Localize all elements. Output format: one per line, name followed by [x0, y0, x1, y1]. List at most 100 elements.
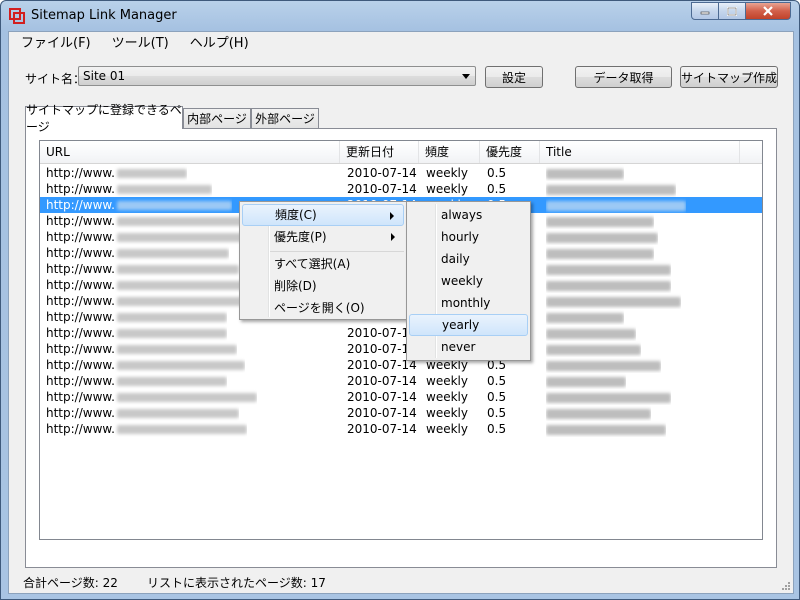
- cell-title: [546, 181, 676, 197]
- table-row[interactable]: http://www.2010-07-14weekly0.5: [40, 405, 762, 421]
- fetch-data-button[interactable]: データ取得: [575, 66, 672, 88]
- column-title[interactable]: Title: [540, 141, 740, 163]
- page-list[interactable]: URL 更新日付 頻度 優先度 Title http://www. 2010-07…: [39, 140, 763, 540]
- cell-title: [546, 389, 671, 405]
- table-row[interactable]: http://www.2010-07-14weekly0.5: [40, 373, 762, 389]
- cell-title: [546, 213, 654, 229]
- cell-title: [546, 421, 666, 437]
- settings-button[interactable]: 設定: [485, 66, 543, 88]
- cell-url: http://www.: [46, 229, 245, 245]
- context-item-label: 頻度(C): [275, 208, 317, 222]
- cell-date-text: 2010-07-14: [347, 406, 417, 420]
- redacted-title: [546, 408, 651, 419]
- redacted-title: [546, 216, 654, 227]
- cell-url-text: http://www.: [46, 198, 115, 212]
- cell-url: http://www.: [46, 309, 227, 325]
- menu-tools[interactable]: ツール(T): [103, 33, 178, 55]
- maximize-icon: [727, 6, 737, 16]
- redacted-url-path: [116, 297, 253, 306]
- column-frequency[interactable]: 頻度: [419, 141, 480, 163]
- cell-url-text: http://www.: [46, 406, 115, 420]
- cell-url-text: http://www.: [46, 342, 115, 356]
- table-row[interactable]: http://www.2010-07-14weekly0.5: [40, 325, 762, 341]
- chevron-down-icon: [462, 74, 470, 79]
- cell-url: http://www.: [46, 277, 245, 293]
- submenu-item-always[interactable]: always: [409, 204, 528, 226]
- table-row[interactable]: http://www.2010-07-14weekly0.5: [40, 181, 762, 197]
- cell-url-text: http://www.: [46, 310, 115, 324]
- context-item-delete[interactable]: 削除(D): [242, 275, 404, 297]
- frequency-submenu: always hourly daily weekly monthly yearly neve…: [406, 201, 531, 361]
- create-sitemap-button[interactable]: サイトマップ作成: [680, 66, 778, 88]
- redacted-title: [546, 312, 624, 323]
- column-priority[interactable]: 優先度: [480, 141, 540, 163]
- chevron-right-icon: [390, 212, 394, 220]
- redacted-title: [546, 360, 661, 371]
- cell-url-text: http://www.: [46, 262, 115, 276]
- submenu-item-monthly[interactable]: monthly: [409, 292, 528, 314]
- tab-panel: URL 更新日付 頻度 優先度 Title http://www. 2010-07…: [25, 128, 777, 568]
- cell-frequency-text: weekly: [426, 390, 468, 404]
- context-item-frequency[interactable]: 頻度(C): [242, 204, 404, 226]
- cell-url-text: http://www.: [46, 358, 115, 372]
- maximize-button[interactable]: [719, 2, 746, 20]
- context-item-select-all[interactable]: すべて選択(A): [242, 253, 404, 275]
- cell-date: 2010-07-14: [347, 181, 417, 197]
- column-date[interactable]: 更新日付: [340, 141, 419, 163]
- site-select[interactable]: Site 01: [78, 66, 476, 86]
- cell-priority: 0.5: [487, 181, 506, 197]
- cell-url: http://www.: [46, 293, 253, 309]
- redacted-url-path: [116, 233, 245, 242]
- redacted-url-path: [116, 281, 245, 290]
- table-row[interactable]: http://www.2010-07-14weekly0.5: [40, 357, 762, 373]
- minimize-button[interactable]: [691, 2, 719, 20]
- cell-title: [546, 309, 624, 325]
- cell-url: http://www.: [46, 357, 245, 373]
- minimize-icon: [700, 11, 710, 15]
- context-item-label: 優先度(P): [274, 230, 327, 244]
- column-url[interactable]: URL: [40, 141, 340, 163]
- context-item-priority[interactable]: 優先度(P): [242, 226, 404, 248]
- table-row[interactable]: http://www.2010-07-14weekly0.5: [40, 389, 762, 405]
- menu-help[interactable]: ヘルプ(H): [181, 33, 258, 55]
- submenu-item-hourly[interactable]: hourly: [409, 226, 528, 248]
- menu-file[interactable]: ファイル(F): [12, 33, 100, 55]
- table-row[interactable]: http://www.2010-07-14weekly0.5: [40, 421, 762, 437]
- menu-bar: ファイル(F) ツール(T) ヘルプ(H): [9, 32, 793, 56]
- redacted-url-path: [116, 185, 212, 194]
- redacted-title: [546, 248, 654, 259]
- cell-title: [546, 405, 651, 421]
- cell-title: [546, 165, 624, 181]
- submenu-item-weekly[interactable]: weekly: [409, 270, 528, 292]
- redacted-url-path: [116, 265, 239, 274]
- cell-priority: 0.5: [487, 165, 506, 181]
- cell-frequency: weekly: [426, 421, 468, 437]
- cell-url: http://www.: [46, 165, 187, 181]
- title-bar[interactable]: Sitemap Link Manager: [1, 1, 799, 31]
- status-shown: リストに表示されたページ数: 17: [147, 576, 326, 590]
- cell-priority-text: 0.5: [487, 166, 507, 180]
- redacted-url-path: [116, 345, 237, 354]
- close-button[interactable]: [746, 2, 791, 20]
- tab-external-pages[interactable]: 外部ページ: [251, 108, 319, 128]
- submenu-item-yearly[interactable]: yearly: [409, 314, 528, 336]
- site-select-value: Site 01: [83, 69, 126, 83]
- submenu-item-never[interactable]: never: [409, 336, 528, 358]
- table-row[interactable]: http://www.2010-07-14weekly0.5: [40, 341, 762, 357]
- tab-registrable-pages[interactable]: サイトマップに登録できるページ: [25, 103, 183, 134]
- tab-internal-pages[interactable]: 内部ページ: [183, 108, 251, 128]
- resize-grip-icon[interactable]: [779, 579, 791, 591]
- table-row[interactable]: http://www.2010-07-14weekly0.5: [40, 165, 762, 181]
- cell-date-text: 2010-07-14: [347, 166, 417, 180]
- list-header: URL 更新日付 頻度 優先度 Title: [40, 141, 762, 164]
- redacted-title: [546, 264, 671, 275]
- context-item-open-page[interactable]: ページを開く(O): [242, 297, 404, 319]
- cell-url-text: http://www.: [46, 294, 115, 308]
- cell-url-text: http://www.: [46, 246, 115, 260]
- cell-title: [546, 245, 654, 261]
- cell-url: http://www.: [46, 373, 227, 389]
- cell-priority-text: 0.5: [487, 182, 507, 196]
- redacted-title: [546, 232, 658, 243]
- close-icon: [763, 6, 773, 16]
- submenu-item-daily[interactable]: daily: [409, 248, 528, 270]
